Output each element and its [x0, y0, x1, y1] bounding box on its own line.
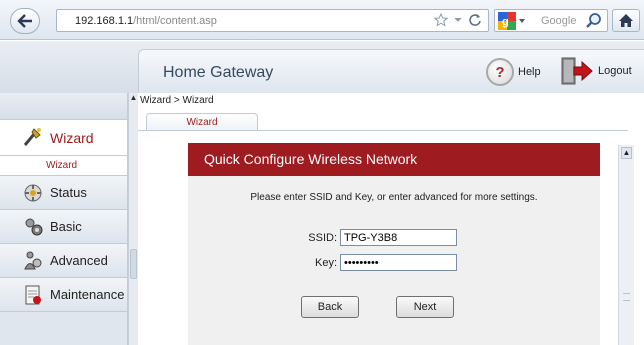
search-engine-selector[interactable]: g: [498, 12, 534, 30]
brand-title: Home Gateway: [163, 64, 274, 81]
sidebar-subitem-wizard[interactable]: Wizard: [0, 156, 127, 176]
search-bar[interactable]: g Google: [494, 9, 608, 32]
sidebar-item-advanced[interactable]: Advanced: [0, 244, 127, 278]
sidebar-scrollbar[interactable]: ▲: [128, 93, 138, 345]
basic-icon: [25, 218, 43, 236]
sidebar: Wizard Wizard Status Basic Advanced Main…: [0, 93, 128, 345]
chevron-down-icon: [519, 19, 525, 23]
search-input[interactable]: Google: [541, 15, 576, 27]
sidebar-item-label: Maintenance: [50, 287, 125, 302]
sidebar-item-label: Wizard: [50, 129, 94, 146]
page-header: Home Gateway ? Help Logout: [0, 41, 644, 93]
sidebar-item-label: Status: [50, 185, 87, 200]
ssid-label: SSID:: [308, 231, 337, 244]
back-arrow-icon: [17, 14, 32, 28]
address-bar[interactable]: 192.168.1.1/html/content.asp: [56, 9, 489, 32]
browser-toolbar: 192.168.1.1/html/content.asp g Google: [0, 0, 644, 40]
tab-wizard[interactable]: Wizard: [146, 113, 258, 131]
scroll-up-arrow-icon[interactable]: ▲: [129, 93, 138, 103]
header-left-spacer: [0, 41, 136, 93]
sidebar-item-wizard[interactable]: Wizard: [0, 120, 127, 156]
sidebar-item-label: Basic: [50, 219, 82, 234]
key-field[interactable]: [340, 254, 457, 271]
key-row: Key:: [307, 254, 457, 271]
sidebar-top: [0, 93, 127, 120]
sidebar-item-maintenance[interactable]: Maintenance: [0, 278, 127, 312]
logout-icon: [561, 57, 593, 85]
advanced-icon: [24, 251, 42, 270]
help-label: Help: [518, 66, 541, 78]
sidebar-item-basic[interactable]: Basic: [0, 210, 127, 244]
google-icon: g: [498, 12, 516, 30]
dropdown-arrow-icon[interactable]: [454, 13, 462, 27]
logout-link[interactable]: Logout: [560, 56, 632, 86]
tab-divider: [138, 130, 628, 131]
logout-label: Logout: [598, 65, 632, 77]
star-bookmark-icon[interactable]: [434, 13, 448, 27]
instruction-text: Please enter SSID and Key, or enter adva…: [250, 192, 538, 203]
wizard-icon: [23, 128, 41, 146]
home-button[interactable]: [612, 9, 640, 32]
wizard-panel: Quick Configure Wireless Network Please …: [188, 143, 600, 345]
back-button[interactable]: [10, 8, 40, 34]
url-text: 192.168.1.1/html/content.asp: [75, 15, 217, 27]
maintenance-icon: [25, 285, 41, 305]
back-button[interactable]: Back: [301, 296, 359, 318]
scroll-up-icon[interactable]: ▲: [621, 147, 632, 159]
header-bar: Home Gateway ? Help Logout: [138, 49, 644, 93]
next-button[interactable]: Next: [396, 296, 454, 318]
sidebar-scroll-thumb[interactable]: [130, 249, 137, 279]
scroll-grip[interactable]: [623, 293, 630, 301]
search-icon[interactable]: [585, 12, 603, 30]
reload-icon[interactable]: [468, 13, 482, 27]
main-scrollbar[interactable]: ▲: [618, 145, 634, 345]
home-icon: [619, 14, 633, 27]
panel-title: Quick Configure Wireless Network: [188, 143, 600, 176]
ssid-row: SSID:: [307, 229, 457, 246]
key-label: Key:: [314, 256, 337, 269]
svg-text:g: g: [502, 16, 509, 28]
ssid-field[interactable]: [340, 229, 457, 246]
breadcrumb: Wizard > Wizard: [140, 95, 214, 106]
status-icon: [24, 184, 42, 202]
sidebar-item-status[interactable]: Status: [0, 176, 127, 210]
help-icon: ?: [486, 58, 514, 86]
help-link[interactable]: ? Help: [486, 58, 541, 86]
sidebar-item-label: Advanced: [50, 253, 108, 268]
main-content: Wizard > Wizard Wizard Quick Configure W…: [138, 93, 644, 345]
